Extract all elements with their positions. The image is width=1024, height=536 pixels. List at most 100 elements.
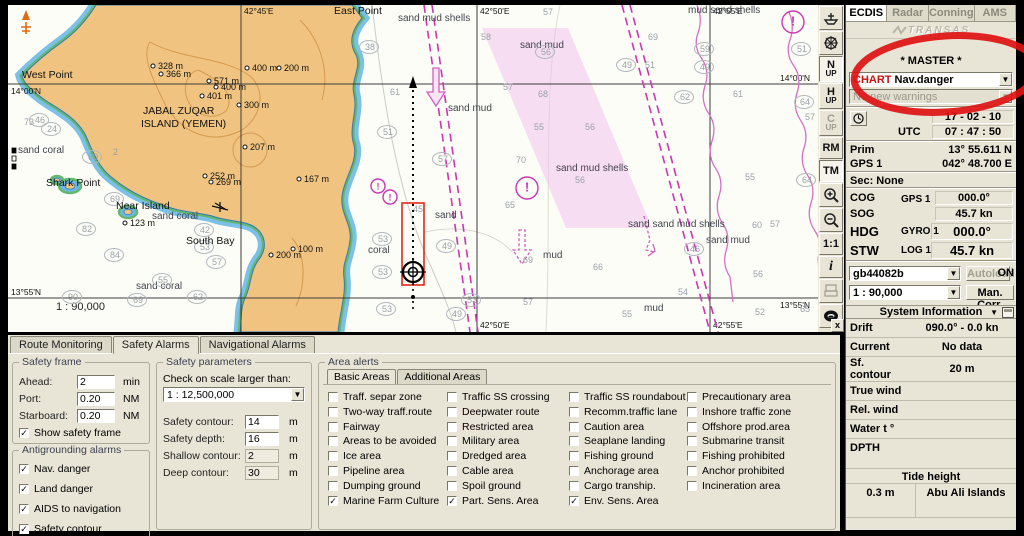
- tab-navigational-alarms[interactable]: Navigational Alarms: [199, 336, 315, 353]
- show-safety-frame-checkbox[interactable]: ✓ Show safety frame: [19, 427, 121, 439]
- area-alert-checkbox[interactable]: Two-way traff.route: [328, 406, 432, 418]
- chart-canvas[interactable]: 42°45'E 42°50'E 42°50'E 42°55'E 42°55'E 14°00…: [8, 5, 818, 332]
- checkbox[interactable]: [569, 436, 579, 447]
- chevron-down-icon[interactable]: ▼: [999, 90, 1012, 103]
- field-input[interactable]: [77, 409, 115, 423]
- checkbox[interactable]: [569, 392, 579, 402]
- head-up-button[interactable]: H UP: [819, 83, 843, 109]
- area-alert-checkbox[interactable]: Traffic SS crossing: [447, 391, 550, 403]
- checkbox[interactable]: [447, 392, 457, 402]
- checkbox[interactable]: [569, 451, 579, 462]
- area-alert-checkbox[interactable]: Pipeline area: [328, 465, 404, 477]
- checkbox[interactable]: [447, 480, 457, 491]
- course-up-button[interactable]: C UP: [819, 110, 843, 136]
- area-alert-checkbox[interactable]: ✓ Env. Sens. Area: [569, 495, 659, 507]
- chart-mode-select[interactable]: CHART Nav.danger ▼: [849, 72, 1013, 87]
- tab-route-monitoring[interactable]: Route Monitoring: [10, 336, 112, 353]
- checkbox[interactable]: [687, 480, 697, 491]
- area-alert-checkbox[interactable]: Inshore traffic zone: [687, 406, 791, 418]
- checkbox[interactable]: ✓: [19, 484, 29, 494]
- clock-icon[interactable]: [850, 111, 867, 126]
- chevron-down-icon[interactable]: ▼: [947, 267, 960, 280]
- field-input[interactable]: [245, 415, 279, 429]
- checkbox[interactable]: [569, 466, 579, 476]
- area-alert-checkbox[interactable]: ✓ Marine Farm Culture: [328, 495, 439, 507]
- checkbox[interactable]: [328, 480, 338, 491]
- checkbox[interactable]: [447, 406, 457, 417]
- area-alert-checkbox[interactable]: Traffic SS roundabout: [569, 391, 686, 403]
- checkbox[interactable]: ✓: [19, 504, 29, 514]
- area-alert-checkbox[interactable]: Dredged area: [447, 450, 526, 462]
- checkbox[interactable]: [447, 451, 457, 462]
- window-icon[interactable]: [1002, 307, 1014, 318]
- checkbox[interactable]: ✓: [19, 428, 29, 438]
- checkbox[interactable]: [328, 466, 338, 476]
- field-input[interactable]: [77, 375, 115, 389]
- checkbox[interactable]: [447, 436, 457, 447]
- checkbox[interactable]: [328, 436, 338, 447]
- checkbox[interactable]: [447, 466, 457, 476]
- antigrounding-nav--danger[interactable]: ✓ Nav. danger: [19, 463, 90, 475]
- area-alert-checkbox[interactable]: Offshore prod.area: [687, 421, 790, 433]
- checkbox[interactable]: ✓: [447, 495, 457, 506]
- checkbox[interactable]: ✓: [19, 464, 29, 474]
- checkbox[interactable]: ✓: [328, 495, 338, 506]
- zoom-in-button[interactable]: [819, 183, 843, 207]
- manual-correction-button[interactable]: Man. Corr.: [966, 285, 1014, 311]
- area-alert-checkbox[interactable]: Fishing ground: [569, 450, 653, 462]
- area-alert-checkbox[interactable]: Areas to be avoided: [328, 435, 436, 447]
- tab-radar[interactable]: Radar: [887, 5, 929, 21]
- checkbox[interactable]: [569, 480, 579, 491]
- close-icon[interactable]: x: [831, 319, 844, 332]
- area-alert-checkbox[interactable]: Traff. separ zone: [328, 391, 422, 403]
- area-alert-checkbox[interactable]: Submarine transit: [687, 435, 784, 447]
- checkbox[interactable]: [328, 451, 338, 462]
- tab-ams[interactable]: AMS: [974, 5, 1017, 21]
- scale-check-select[interactable]: 1 : 12,500,000 ▼: [163, 387, 305, 402]
- scale-1-1-button[interactable]: 1:1: [819, 233, 843, 255]
- area-alert-checkbox[interactable]: Cargo tranship.: [569, 480, 656, 492]
- checkbox[interactable]: [569, 421, 579, 432]
- area-alert-checkbox[interactable]: Fishing prohibited: [687, 450, 785, 462]
- area-alert-checkbox[interactable]: Anchor prohibited: [687, 465, 784, 477]
- checkbox[interactable]: [569, 406, 579, 417]
- chevron-down-icon[interactable]: ▼: [291, 388, 304, 401]
- chevron-down-icon[interactable]: ▼: [990, 308, 998, 317]
- antigrounding-aids-to-navigation[interactable]: ✓ AIDS to navigation: [19, 503, 121, 515]
- zoom-out-button[interactable]: [819, 208, 843, 232]
- area-alert-checkbox[interactable]: Incineration area: [687, 480, 780, 492]
- checkbox[interactable]: [687, 451, 697, 462]
- area-alert-checkbox[interactable]: ✓ Part. Sens. Area: [447, 495, 538, 507]
- chevron-down-icon[interactable]: ▼: [947, 286, 960, 299]
- checkbox[interactable]: ✓: [569, 495, 579, 506]
- checkbox[interactable]: [687, 421, 697, 432]
- field-input[interactable]: [245, 432, 279, 446]
- tab-safety-alarms[interactable]: Safety Alarms: [112, 336, 199, 354]
- field-input[interactable]: [77, 392, 115, 406]
- system-information-header[interactable]: System Information ▼: [846, 305, 1016, 319]
- area-alert-checkbox[interactable]: Fairway: [328, 421, 380, 433]
- area-alert-checkbox[interactable]: Spoil ground: [447, 480, 521, 492]
- field-input[interactable]: [245, 449, 279, 463]
- checkbox[interactable]: [687, 436, 697, 447]
- checkbox[interactable]: [328, 392, 338, 402]
- info-button[interactable]: i: [819, 256, 843, 278]
- area-alert-checkbox[interactable]: Ice area: [328, 450, 381, 462]
- checkbox[interactable]: [328, 406, 338, 417]
- area-alert-checkbox[interactable]: Caution area: [569, 421, 644, 433]
- wheel-icon[interactable]: [819, 31, 843, 55]
- checkbox[interactable]: [687, 406, 697, 417]
- ship-icon[interactable]: [819, 6, 843, 30]
- tab-additional-areas[interactable]: Additional Areas: [397, 369, 488, 384]
- checkbox[interactable]: ✓: [19, 524, 29, 534]
- area-alert-checkbox[interactable]: Cable area: [447, 465, 513, 477]
- area-alert-checkbox[interactable]: Dumping ground: [328, 480, 421, 492]
- field-input[interactable]: [245, 466, 279, 480]
- tab-ecdis[interactable]: ECDIS: [846, 5, 888, 21]
- antigrounding-safety-contour[interactable]: ✓ Safety contour: [19, 523, 102, 535]
- area-alert-checkbox[interactable]: Seaplane landing: [569, 435, 665, 447]
- area-alert-checkbox[interactable]: Restricted area: [447, 421, 533, 433]
- chevron-down-icon[interactable]: ▼: [999, 73, 1012, 86]
- print-icon[interactable]: [819, 279, 843, 303]
- area-alert-checkbox[interactable]: Recomm.traffic lane: [569, 406, 677, 418]
